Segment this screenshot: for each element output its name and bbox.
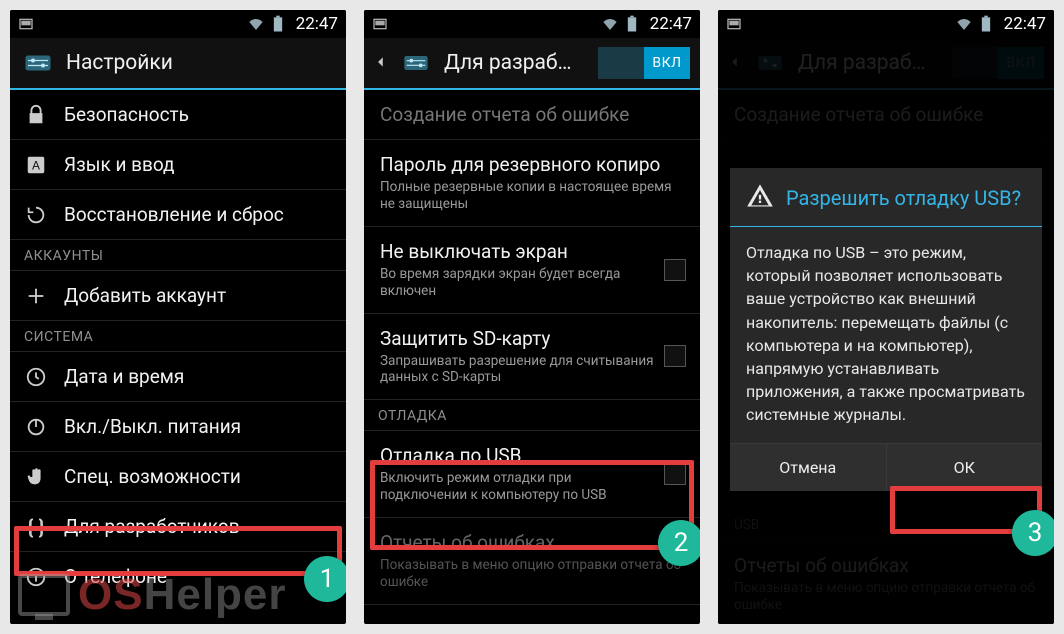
info-icon — [22, 563, 50, 591]
row-subtitle: Включить режим отладки при подключении к… — [380, 470, 654, 504]
action-bar: Для разраб… ВКЛ — [364, 38, 700, 90]
braces-icon: { } — [22, 513, 50, 541]
row-label: Безопасность — [64, 103, 332, 126]
restore-icon — [22, 201, 50, 229]
status-time: 22:47 — [296, 14, 338, 34]
row-label: Отладка по USB — [380, 444, 654, 467]
warning-icon — [746, 182, 774, 214]
row-label: Спец. возможности — [64, 465, 332, 488]
row-language[interactable]: A Язык и ввод — [10, 140, 346, 190]
annotation-badge-2: 2 — [658, 520, 700, 566]
row-label: Отчеты об ошибках — [380, 531, 686, 554]
row-security[interactable]: Безопасность — [10, 90, 346, 140]
section-accounts: АККАУНТЫ — [10, 240, 346, 271]
status-time: 22:47 — [1004, 14, 1046, 34]
row-about-phone[interactable]: О телефоне — [10, 552, 346, 601]
wifi-icon — [602, 16, 618, 32]
settings-icon — [20, 45, 56, 81]
language-icon: A — [22, 151, 50, 179]
page-title: Для разраб… — [444, 51, 588, 75]
row-label: Язык и ввод — [64, 153, 332, 176]
phone-screenshot-1: 22:47 Настройки Безопасность A Язык и вв… — [10, 10, 346, 624]
row-label: Для разработчиков — [64, 515, 332, 538]
checkbox[interactable] — [664, 345, 686, 367]
row-label: Дата и время — [64, 365, 332, 388]
dialog-body: Отладка по USB – это режим, который позв… — [730, 227, 1042, 443]
ok-button[interactable]: ОК — [886, 444, 1043, 491]
row-stay-awake[interactable]: Не выключать экран Во время зарядки экра… — [364, 227, 700, 314]
usb-debug-dialog: Разрешить отладку USB? Отладка по USB – … — [730, 168, 1042, 491]
dialog-title-text: Разрешить отладку USB? — [786, 186, 1021, 210]
battery-icon — [978, 16, 994, 32]
checkbox[interactable] — [664, 463, 686, 485]
hand-icon — [22, 463, 50, 491]
row-label: О телефоне — [64, 565, 332, 588]
battery-icon — [624, 16, 640, 32]
back-icon[interactable] — [374, 54, 388, 73]
action-bar: Настройки — [10, 38, 346, 90]
status-bar: 22:47 — [10, 10, 346, 38]
row-label: Не выключать экран — [380, 240, 654, 263]
toggle-on-label: ВКЛ — [644, 47, 690, 79]
status-bar: 22:47 — [718, 10, 1054, 38]
lock-icon — [22, 101, 50, 129]
row-protect-sd[interactable]: Защитить SD-карту Запрашивать разрешение… — [364, 314, 700, 401]
checkbox[interactable] — [664, 259, 686, 281]
wifi-icon — [248, 16, 264, 32]
section-system: СИСТЕМА — [10, 321, 346, 352]
row-error-reports[interactable]: Отчеты об ошибках Показывать в меню опци… — [364, 518, 700, 605]
wifi-icon — [956, 16, 972, 32]
row-label: Пароль для резервного копиро — [380, 153, 686, 176]
screenshot-icon — [726, 16, 742, 32]
row-subtitle: Показывать в меню опцию отправки отчета … — [380, 557, 686, 591]
row-label: Добавить аккаунт — [64, 284, 332, 307]
row-usb-debugging[interactable]: Отладка по USB Включить режим отладки пр… — [364, 431, 700, 518]
cancel-button[interactable]: Отмена — [730, 444, 886, 491]
page-title: Настройки — [66, 51, 336, 75]
settings-list[interactable]: Безопасность A Язык и ввод Восстановлени… — [10, 90, 346, 624]
power-icon — [22, 413, 50, 441]
section-debug: ОТЛАДКА — [364, 400, 700, 431]
row-accessibility[interactable]: Спец. возможности — [10, 452, 346, 502]
row-backup-password[interactable]: Пароль для резервного копиро Полные резе… — [364, 140, 700, 227]
screenshot-icon — [372, 16, 388, 32]
phone-screenshot-3: 22:47 Для разраб… ВКЛ Создание отчета об… — [718, 10, 1054, 624]
settings-icon — [398, 45, 434, 81]
row-label: Вкл./Выкл. питания — [64, 415, 332, 438]
dev-options-list[interactable]: Создание отчета об ошибке Пароль для рез… — [364, 90, 700, 624]
row-label: Создание отчета об ошибке — [380, 103, 686, 126]
row-bug-report[interactable]: Создание отчета об ошибке — [364, 90, 700, 140]
row-developer-options[interactable]: { } Для разработчиков — [10, 502, 346, 552]
row-backup-reset[interactable]: Восстановление и сброс — [10, 190, 346, 240]
battery-icon — [270, 16, 286, 32]
screenshot-icon — [18, 16, 34, 32]
status-time: 22:47 — [650, 14, 692, 34]
clock-icon — [22, 363, 50, 391]
row-subtitle: Запрашивать разрешение для считывания да… — [380, 353, 654, 387]
dev-options-toggle[interactable]: ВКЛ — [598, 47, 690, 79]
status-bar: 22:47 — [364, 10, 700, 38]
row-subtitle: Во время зарядки экран будет всегда вклю… — [380, 266, 654, 300]
row-label: Защитить SD-карту — [380, 327, 654, 350]
row-label: Восстановление и сброс — [64, 203, 332, 226]
annotation-badge-1: 1 — [304, 556, 346, 602]
annotation-badge-3: 3 — [1012, 510, 1054, 556]
svg-text:A: A — [32, 158, 40, 172]
row-datetime[interactable]: Дата и время — [10, 352, 346, 402]
plus-icon — [22, 282, 50, 310]
row-add-account[interactable]: Добавить аккаунт — [10, 271, 346, 321]
row-power-schedule[interactable]: Вкл./Выкл. питания — [10, 402, 346, 452]
row-subtitle: Полные резервные копии в настоящее время… — [380, 179, 686, 213]
phone-screenshot-2: 22:47 Для разраб… ВКЛ Создание отчета об… — [364, 10, 700, 624]
